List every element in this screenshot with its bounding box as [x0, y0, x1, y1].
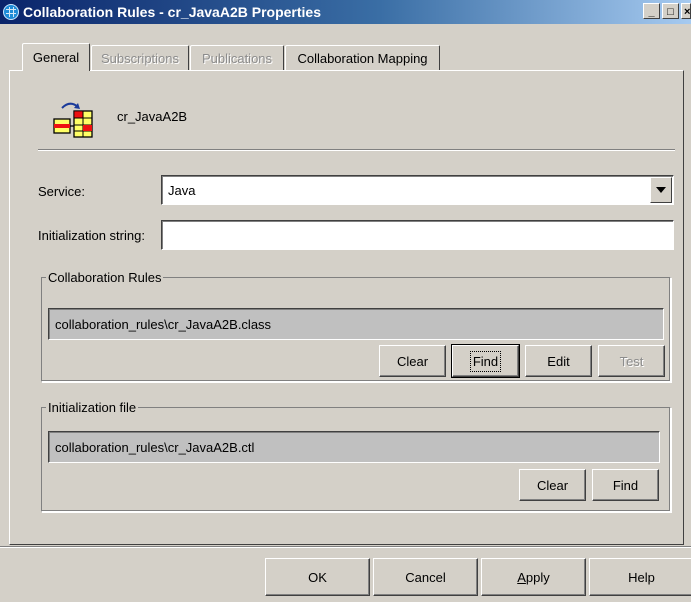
footer-separator	[0, 546, 691, 548]
apply-label-rest: pply	[525, 569, 550, 585]
initfile-clear-button[interactable]: Clear	[519, 469, 586, 501]
button-label: Cancel	[405, 569, 446, 585]
collaboration-rules-path-text: collaboration_rules\cr_JavaA2B.class	[55, 316, 272, 332]
initialization-file-legend: Initialization file	[48, 400, 137, 415]
collaboration-rules-legend: Collaboration Rules	[48, 270, 162, 285]
rules-test-button[interactable]: Test	[598, 345, 665, 377]
rules-find-button[interactable]: Find	[451, 344, 520, 378]
tab-subscriptions[interactable]: Subscriptions	[91, 45, 189, 70]
tab-label: General	[32, 50, 80, 65]
rules-edit-button[interactable]: Edit	[525, 345, 592, 377]
maximize-button[interactable]: □	[662, 3, 679, 19]
tab-collaboration-mapping[interactable]: Collaboration Mapping	[285, 45, 440, 70]
minimize-button[interactable]: _	[643, 3, 660, 19]
object-name: cr_JavaA2B	[117, 109, 188, 124]
tab-publications[interactable]: Publications	[190, 45, 284, 70]
apply-accelerator: A	[517, 569, 526, 585]
close-button[interactable]: ×	[681, 3, 691, 19]
service-value: Java	[168, 182, 196, 198]
init-string-label: Initialization string:	[38, 228, 145, 243]
title-bar[interactable]: Collaboration Rules - cr_JavaA2B Propert…	[0, 0, 691, 24]
button-label: Find	[469, 350, 502, 372]
collaboration-object-icon	[53, 102, 93, 138]
apply-button[interactable]: Apply	[481, 558, 586, 596]
globe-icon	[3, 4, 19, 20]
help-button[interactable]: Help	[589, 558, 691, 596]
button-label: Edit	[547, 353, 570, 369]
collaboration-rules-path[interactable]: collaboration_rules\cr_JavaA2B.class	[48, 308, 664, 340]
service-label: Service:	[38, 184, 85, 199]
button-label: Clear	[396, 353, 429, 369]
service-dropdown[interactable]: Java	[161, 175, 674, 205]
button-label: Apply	[517, 570, 550, 585]
tab-label: Publications	[201, 50, 273, 66]
button-label: Help	[628, 569, 655, 585]
tab-label: Collaboration Mapping	[297, 50, 428, 66]
initfile-find-button[interactable]: Find	[592, 469, 659, 501]
chevron-down-icon[interactable]	[650, 177, 672, 203]
separator	[38, 149, 675, 151]
window-title: Collaboration Rules - cr_JavaA2B Propert…	[23, 4, 321, 20]
button-label: OK	[308, 569, 327, 585]
tab-label: Subscriptions	[100, 50, 180, 66]
button-label: Test	[619, 353, 644, 369]
tab-general[interactable]: General	[22, 43, 90, 71]
ok-button[interactable]: OK	[265, 558, 370, 596]
rules-clear-button[interactable]: Clear	[379, 345, 446, 377]
initialization-file-path-text: collaboration_rules\cr_JavaA2B.ctl	[55, 439, 255, 455]
button-label: Clear	[536, 477, 569, 493]
init-string-input[interactable]	[161, 220, 674, 250]
button-label: Find	[612, 477, 639, 493]
cancel-button[interactable]: Cancel	[373, 558, 478, 596]
initialization-file-path[interactable]: collaboration_rules\cr_JavaA2B.ctl	[48, 431, 660, 463]
